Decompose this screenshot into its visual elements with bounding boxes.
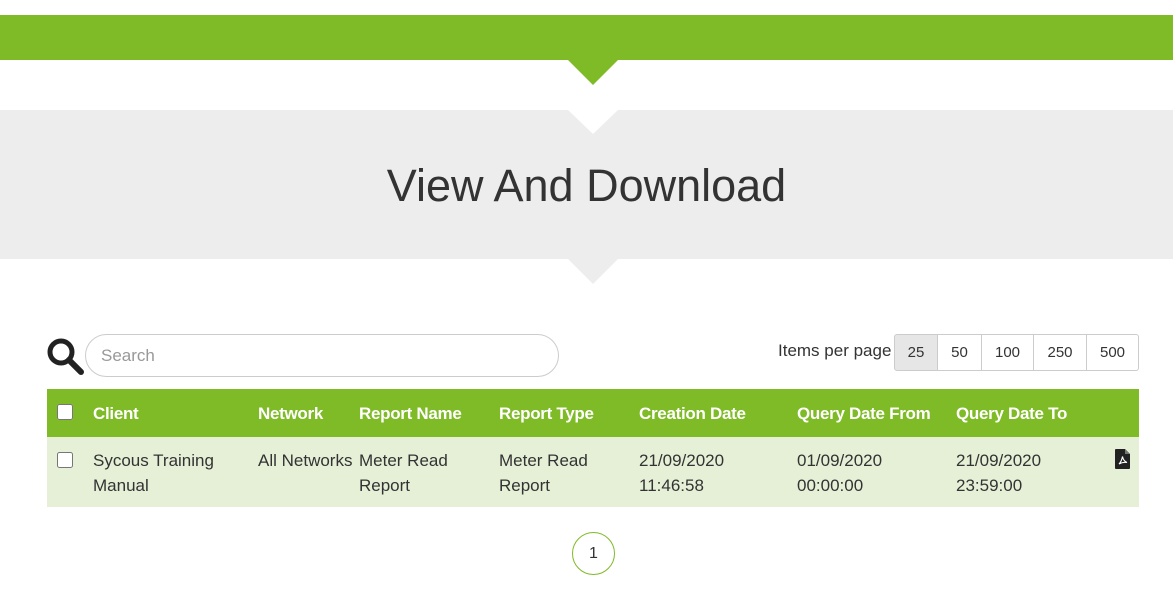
page-title: View And Download (386, 160, 787, 211)
column-header-query-date-from[interactable]: Query Date From (797, 401, 931, 426)
items-per-page-selector: 25 50 100 250 500 (894, 334, 1139, 371)
cell-query-date-to: 21/09/2020 23:59:00 (956, 451, 1042, 495)
search-icon[interactable] (46, 337, 84, 375)
row-select-checkbox[interactable] (57, 452, 73, 468)
search-input[interactable] (85, 334, 559, 377)
items-per-page-25-button[interactable]: 25 (894, 334, 938, 371)
pagination-page-button[interactable]: 1 (572, 532, 615, 575)
column-header-client[interactable]: Client (93, 401, 139, 426)
banner-arrow-decoration (568, 259, 618, 284)
pdf-file-icon[interactable] (1115, 449, 1131, 469)
cell-report-type: Meter Read Report (499, 451, 588, 495)
column-header-network[interactable]: Network (258, 401, 323, 426)
cell-network: All Networks (258, 451, 353, 470)
column-header-query-date-to[interactable]: Query Date To (956, 401, 1067, 426)
cell-query-date-from: 01/09/2020 00:00:00 (797, 451, 883, 495)
column-header-report-type[interactable]: Report Type (499, 401, 594, 426)
top-header-bar (0, 15, 1173, 60)
items-per-page-100-button[interactable]: 100 (982, 334, 1034, 371)
column-header-creation-date[interactable]: Creation Date (639, 401, 746, 426)
banner-notch-decoration (568, 110, 618, 134)
cell-report-name: Meter Read Report (359, 451, 448, 495)
items-per-page-label: Items per page (778, 341, 892, 360)
table-row: Sycous Training Manual All Networks Mete… (47, 437, 1139, 507)
select-all-checkbox[interactable] (57, 404, 73, 420)
cell-client: Sycous Training Manual (93, 451, 214, 495)
items-per-page-500-button[interactable]: 500 (1087, 334, 1139, 371)
items-per-page-250-button[interactable]: 250 (1034, 334, 1087, 371)
reports-table: Client Network Report Name Report Type C… (47, 389, 1139, 507)
column-header-report-name[interactable]: Report Name (359, 401, 462, 426)
cell-creation-date: 21/09/2020 11:46:58 (639, 451, 725, 495)
items-per-page-50-button[interactable]: 50 (938, 334, 982, 371)
header-arrow-decoration (568, 60, 618, 85)
table-header-row: Client Network Report Name Report Type C… (47, 389, 1139, 437)
